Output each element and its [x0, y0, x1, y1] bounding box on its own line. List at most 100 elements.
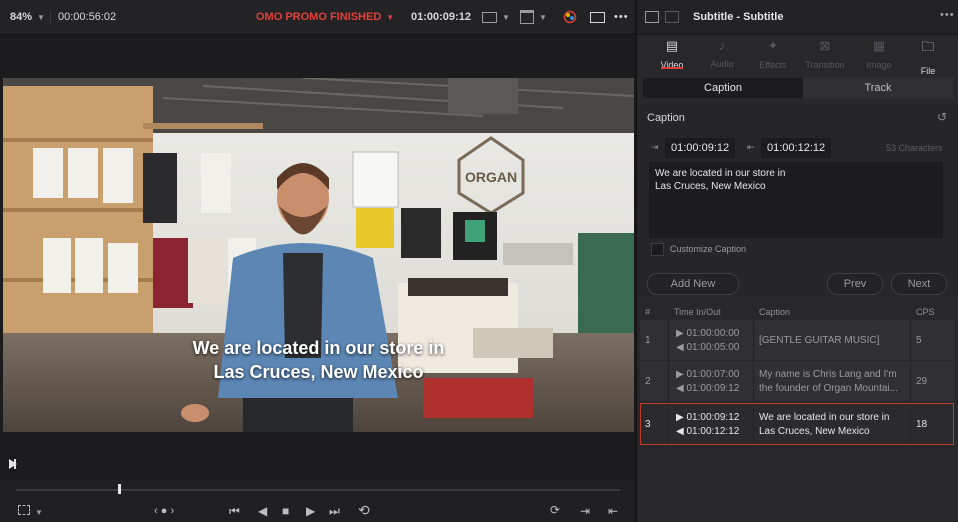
playhead-timecode: 01:00:09:12	[411, 11, 471, 23]
chevron-down-icon: ▼	[502, 12, 510, 22]
in-point-icon: ▶	[676, 327, 684, 339]
play-icon[interactable]: ▶	[306, 504, 315, 518]
segment-track[interactable]: Track	[803, 78, 953, 98]
match-frame-icon[interactable]: ⟳	[550, 503, 560, 517]
caption-line-1: [GENTLE GUITAR MUSIC]	[759, 334, 880, 346]
inspector-header: Subtitle - Subtitle •••	[637, 0, 958, 35]
transform-dropdown[interactable]: ▼	[18, 504, 43, 518]
cps-value: 18	[916, 418, 928, 430]
wand-icon: ✦	[767, 38, 779, 53]
add-new-button[interactable]: Add New	[647, 273, 739, 295]
segment-caption[interactable]: Caption	[643, 78, 803, 98]
zoom-dropdown[interactable]: 84% ▼	[10, 11, 45, 23]
mark-in-icon[interactable]: ⇥	[580, 504, 590, 518]
out-point-icon: ◀	[676, 382, 684, 394]
scrubber-playhead[interactable]	[118, 484, 121, 494]
go-to-end-icon[interactable]: ⏭	[329, 504, 340, 519]
customize-caption-label: Customize Caption	[670, 244, 747, 254]
transport-bar: ▼ ‹ ● › ⏮ ◀ ■ ▶ ⏭ ⟲ ⟳ ⇥ ⇤	[0, 480, 634, 522]
time-out: 01:00:12:12	[686, 425, 740, 437]
subtitle-line-1: We are located in our store in	[192, 338, 445, 358]
column-divider	[753, 361, 754, 401]
tab-file[interactable]: 🗀 File	[903, 38, 953, 76]
subtitle-overlay: We are located in our store in Las Cruce…	[3, 336, 634, 384]
column-divider	[668, 361, 669, 401]
mark-out-icon[interactable]: ⇤	[608, 504, 618, 518]
chevron-left-icon: ‹	[154, 505, 158, 517]
caption-cell: [GENTLE GUITAR MUSIC]	[759, 320, 879, 360]
character-count: 53 Characters	[886, 143, 943, 153]
scrubber-track[interactable]	[16, 489, 620, 491]
go-to-start-icon[interactable]: ⏮	[229, 504, 240, 519]
play-marker-bar	[14, 459, 16, 469]
caption-line-1: My name is Chris Lang and I'm	[759, 368, 897, 380]
out-timecode-field[interactable]: 01:00:12:12	[761, 138, 832, 158]
panel-icon[interactable]	[645, 11, 659, 23]
tab-audio-label: Audio	[710, 59, 734, 69]
in-point-icon: ▶	[676, 411, 684, 423]
tab-audio[interactable]: ♪ Audio	[697, 38, 747, 69]
time-out: 01:00:09:12	[686, 382, 740, 394]
viewer-size-dropdown[interactable]: ▼	[482, 11, 510, 23]
time-out: 01:00:05:00	[686, 341, 740, 353]
tab-image-label: Image	[866, 60, 892, 70]
film-icon: ▤	[665, 38, 679, 53]
play-reverse-icon[interactable]: ◀	[258, 504, 267, 518]
tab-video[interactable]: ▤ Video	[647, 38, 697, 70]
chevron-right-icon: ›	[170, 505, 175, 517]
loop-icon[interactable]: ⟲	[358, 502, 370, 519]
caption-row-3-selected[interactable]: 3 ▶ 01:00:09:12 ◀ 01:00:12:12 We are loc…	[640, 403, 954, 445]
timeline-selector[interactable]: OMO PROMO FINISHED ▼	[256, 11, 394, 23]
caption-text-line-2: Las Cruces, New Mexico	[655, 181, 766, 192]
tab-effects[interactable]: ✦ Effects	[748, 38, 798, 70]
video-frame: ORGAN We are located in our store in Las…	[3, 78, 634, 432]
header-number: #	[645, 307, 651, 317]
overlay-dropdown[interactable]: ▼	[520, 10, 547, 24]
prev-button[interactable]: Prev	[827, 273, 883, 295]
tab-file-label: File	[920, 66, 936, 76]
caption-line-1: We are located in our store in	[759, 411, 890, 423]
caption-line-2: Las Cruces, New Mexico	[759, 425, 870, 437]
cps-value: 29	[916, 375, 928, 387]
reset-icon[interactable]: ↺	[937, 110, 947, 124]
timeline-name: OMO PROMO FINISHED	[256, 11, 382, 23]
time-in: 01:00:09:12	[686, 411, 740, 423]
row-number: 3	[645, 418, 651, 430]
customize-caption-checkbox[interactable]	[651, 243, 664, 256]
in-point-icon: ▶	[676, 368, 684, 380]
tab-transition[interactable]: ⊠ Transition	[800, 38, 850, 70]
transition-icon: ⊠	[819, 38, 831, 53]
more-options-icon[interactable]: •••	[940, 9, 955, 21]
caption-text-area[interactable]: We are located in our store in Las Cruce…	[649, 162, 943, 238]
viewer-toolbar: 84% ▼ 00:00:56:02 OMO PROMO FINISHED ▼ 01:…	[0, 0, 634, 35]
overlay-icon	[520, 10, 534, 24]
viewer-track-strip	[0, 440, 634, 480]
caption-cell: My name is Chris Lang and I'm the founde…	[759, 361, 898, 401]
next-button[interactable]: Next	[891, 273, 947, 295]
divider	[50, 10, 51, 24]
crop-icon	[18, 505, 30, 515]
subtitle-line-2: Las Cruces, New Mexico	[213, 362, 424, 382]
in-timecode-field[interactable]: 01:00:09:12	[665, 138, 736, 158]
row-number: 1	[645, 334, 651, 346]
header-cps: CPS	[916, 307, 935, 317]
jog-control[interactable]: ‹ ● ›	[154, 505, 174, 517]
color-wheel-icon[interactable]	[563, 10, 577, 24]
chevron-down-icon: ▼	[539, 12, 547, 22]
caption-row-1[interactable]: 1 ▶ 01:00:00:00 ◀ 01:00:05:00 [GENTLE GU…	[640, 320, 954, 360]
caption-row-2[interactable]: 2 ▶ 01:00:07:00 ◀ 01:00:09:12 My name is…	[640, 361, 954, 401]
tab-transition-label: Transition	[805, 60, 845, 70]
inspector-title: Subtitle - Subtitle	[693, 11, 784, 23]
fullscreen-icon[interactable]	[590, 11, 605, 23]
source-timecode: 00:00:56:02	[58, 11, 117, 23]
row-number: 2	[645, 375, 651, 387]
time-in-out: ▶ 01:00:09:12 ◀ 01:00:12:12	[676, 404, 739, 444]
caption-line-2: the founder of Organ Mountai...	[759, 382, 898, 394]
more-options-icon[interactable]: •••	[614, 11, 629, 23]
stop-icon[interactable]: ■	[282, 504, 289, 518]
panel-toggle-icon[interactable]	[665, 11, 679, 23]
time-in-out: ▶ 01:00:00:00 ◀ 01:00:05:00	[676, 320, 739, 360]
column-divider	[910, 404, 911, 444]
tab-image[interactable]: ▦ Image	[854, 38, 904, 70]
cps-value: 5	[916, 334, 922, 346]
